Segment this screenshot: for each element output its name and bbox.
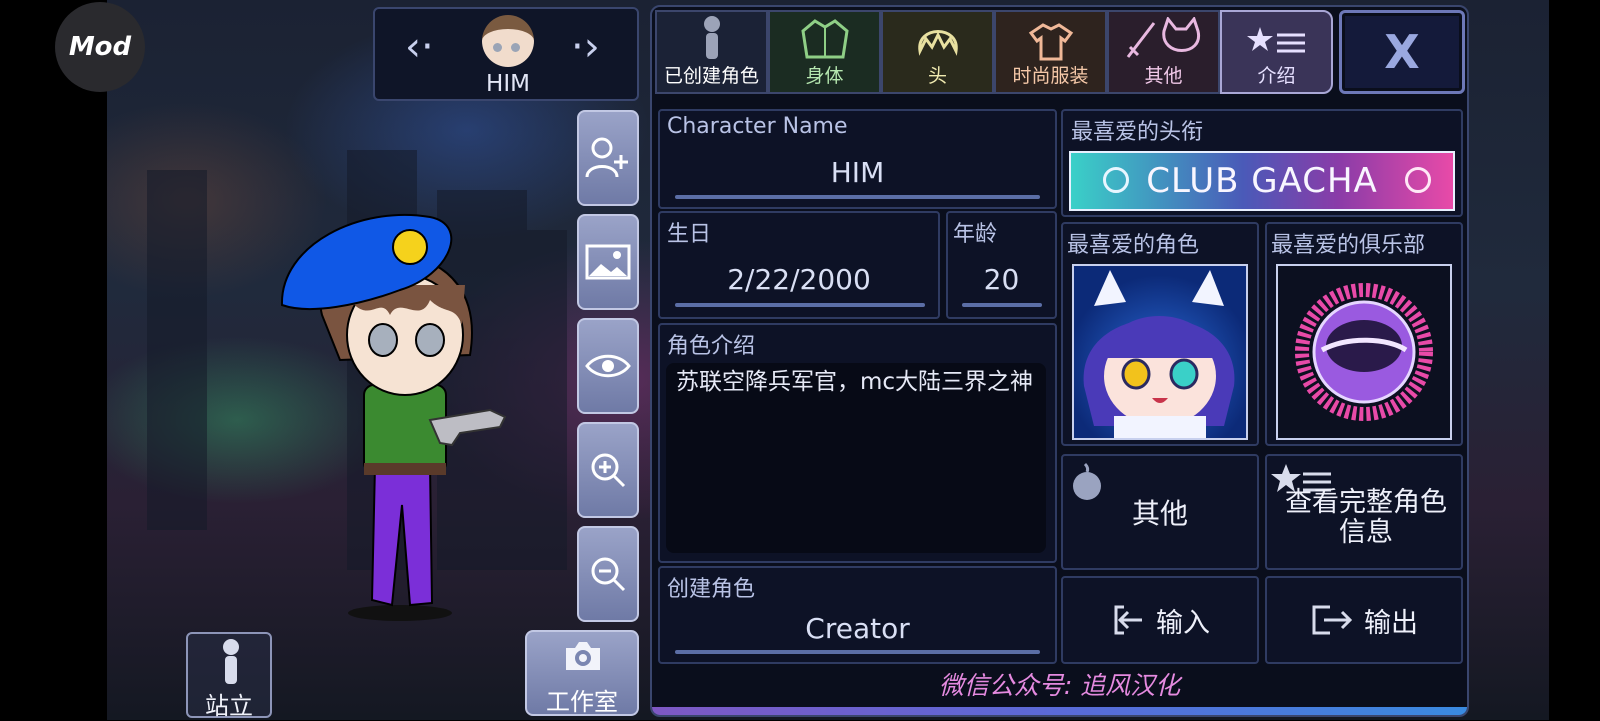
eye-icon: [585, 354, 631, 378]
age-label: 年龄: [953, 222, 998, 247]
other-button[interactable]: 其他: [1061, 454, 1259, 570]
tab-intro[interactable]: 介绍: [1220, 10, 1333, 94]
character-name-label: Character Name: [667, 114, 848, 139]
visibility-button[interactable]: [577, 318, 639, 414]
add-user-icon: [585, 137, 628, 178]
intro-field[interactable]: 角色介绍 苏联空降兵军官，mc大陆三界之神: [658, 323, 1057, 563]
favorite-title-banner: CLUB GACHA: [1069, 151, 1455, 211]
standing-figure-icon: [223, 639, 239, 684]
shirt-icon: [1028, 23, 1073, 61]
studio-button[interactable]: 工作室: [525, 630, 639, 716]
tab-fashion[interactable]: 时尚服装: [994, 10, 1107, 94]
watermark: 微信公众号: 追风汉化: [938, 671, 1181, 700]
favorite-club-label: 最喜爱的俱乐部: [1271, 233, 1426, 258]
prev-character-icon[interactable]: ‹·: [405, 27, 434, 67]
zoom-out-icon: [591, 557, 626, 592]
club-logo-left-icon: [1103, 167, 1129, 193]
favorite-title-label: 最喜爱的头衔: [1071, 120, 1204, 145]
close-button[interactable]: X: [1339, 10, 1465, 94]
favorite-character-portrait: [1072, 264, 1248, 440]
import-button[interactable]: 输入: [1061, 576, 1259, 664]
zoom-in-button[interactable]: [577, 422, 639, 518]
full-info-button[interactable]: 查看完整角色信息: [1265, 454, 1463, 570]
stand-pose-label: 站立: [205, 692, 253, 720]
camera-icon: [566, 642, 600, 670]
age-value: 20: [983, 263, 1020, 296]
export-button[interactable]: 输出: [1265, 576, 1463, 664]
export-label: 输出: [1364, 607, 1418, 639]
favorite-character-label: 最喜爱的角色: [1067, 233, 1200, 258]
stand-pose-button[interactable]: 站立: [186, 632, 272, 720]
image-icon: [585, 244, 631, 280]
character-avatar: [482, 15, 534, 67]
next-character-icon[interactable]: ·›: [571, 27, 600, 67]
star-list-icon: [1246, 27, 1305, 53]
character-name-value: HIM: [830, 156, 885, 189]
intro-text: 苏联空降兵军官，mc大陆三界之神: [666, 363, 1046, 553]
other-label: 其他: [1131, 497, 1188, 530]
tab-created-characters[interactable]: 已创建角色: [655, 10, 768, 94]
intro-label: 角色介绍: [667, 334, 756, 359]
sword-cat-icon: [1126, 17, 1200, 58]
tab-label: 介绍: [1257, 65, 1296, 87]
mod-badge-label: Mod: [68, 32, 132, 62]
favorite-title-value: CLUB GACHA: [1146, 161, 1378, 201]
background-button[interactable]: [577, 214, 639, 310]
import-label: 输入: [1156, 607, 1210, 639]
favorite-club-emblem: [1276, 264, 1452, 440]
jacket-icon: [800, 19, 849, 59]
club-logo-right-icon: [1405, 167, 1431, 193]
favorite-title-field[interactable]: 最喜爱的头衔 CLUB GACHA: [1061, 109, 1463, 217]
tab-label: 时尚服装: [1012, 65, 1089, 87]
figure-icon: [703, 16, 720, 59]
creator-field[interactable]: 创建角色 Creator: [658, 566, 1057, 664]
import-icon: [1114, 605, 1142, 635]
character-figure: [280, 213, 507, 621]
favorite-character-field[interactable]: 最喜爱的角色: [1061, 222, 1259, 446]
character-name: HIM: [486, 71, 530, 97]
mod-badge[interactable]: Mod: [55, 2, 145, 92]
studio-label: 工作室: [546, 688, 618, 716]
birthday-label: 生日: [667, 222, 712, 247]
zoom-out-button[interactable]: [577, 526, 639, 622]
creator-label: 创建角色: [667, 577, 756, 602]
character-name-field[interactable]: Character Name HIM: [658, 109, 1057, 209]
zoom-in-icon: [591, 453, 626, 488]
character-selector: ‹· ·› HIM: [373, 7, 639, 101]
tab-body[interactable]: 身体: [768, 10, 881, 94]
birthday-value: 2/22/2000: [727, 263, 871, 296]
hair-icon: [917, 30, 958, 56]
birthday-field[interactable]: 生日 2/22/2000: [658, 211, 940, 319]
add-character-button[interactable]: [577, 110, 639, 206]
tab-label: 已创建角色: [663, 65, 759, 87]
export-icon: [1312, 605, 1353, 635]
age-field[interactable]: 年龄 20: [946, 211, 1057, 319]
tab-label: 身体: [805, 65, 844, 87]
tab-label: 其他: [1144, 65, 1183, 87]
favorite-club-field[interactable]: 最喜爱的俱乐部: [1265, 222, 1463, 446]
tab-label: 头: [927, 65, 947, 87]
tab-head[interactable]: 头: [881, 10, 994, 94]
tab-other[interactable]: 其他: [1107, 10, 1220, 94]
creator-value: Creator: [805, 612, 910, 645]
close-icon: X: [1384, 25, 1420, 79]
full-info-label: 查看完整角色信息: [1285, 487, 1447, 548]
